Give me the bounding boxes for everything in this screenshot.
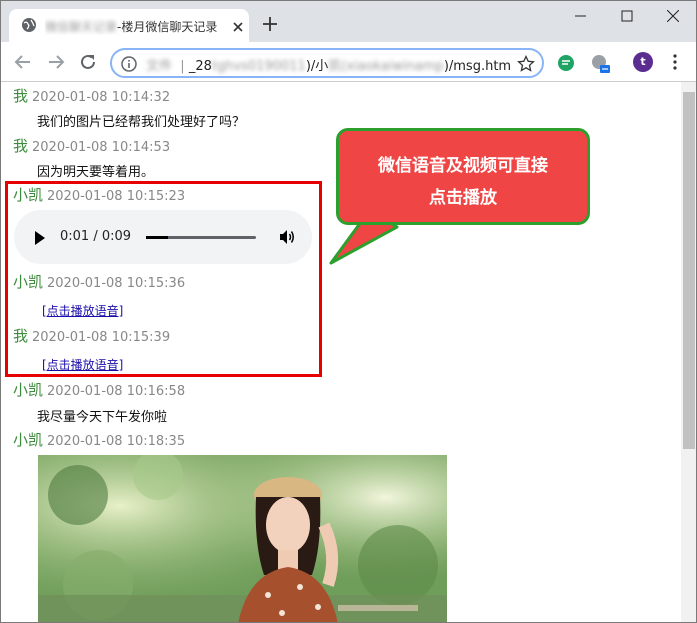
message-header: 小凯 2020-01-08 10:16:58: [13, 379, 185, 400]
sender-name: 小凯: [13, 381, 44, 399]
callout-text-line2: 点击播放: [429, 188, 497, 208]
toolbar: 文件 | _28tghvs0190011)/小凯(xiaokaiwinamp)/…: [1, 42, 696, 82]
globe-icon: [21, 17, 37, 33]
scrollbar-thumb[interactable]: [683, 92, 695, 449]
extension-icon[interactable]: [591, 54, 610, 73]
address-text: 文件 | _28tghvs0190011)/小凯(xiaokaiwinamp)/…: [146, 59, 512, 74]
reload-icon[interactable]: [78, 52, 98, 72]
bookmark-star-icon[interactable]: [517, 54, 535, 73]
message-text: 因为明天要等着用。: [37, 165, 155, 180]
address-bar[interactable]: 文件 | _28tghvs0190011)/小凯(xiaokaiwinamp)/…: [110, 48, 544, 78]
message-text: 我尽量今天下午发你啦: [37, 410, 168, 425]
menu-dots-icon[interactable]: [672, 54, 678, 70]
chat-extension-icon[interactable]: [557, 54, 575, 72]
profile-avatar[interactable]: t: [633, 52, 653, 72]
sender-name: 小凯: [13, 431, 44, 449]
message-header: 小凯 2020-01-08 10:18:35: [13, 429, 185, 450]
sender-name: 我: [13, 137, 29, 155]
message-header: 我 2020-01-08 10:14:53: [13, 135, 170, 156]
back-arrow-icon[interactable]: [13, 52, 33, 72]
info-icon[interactable]: [121, 56, 137, 72]
close-window-icon[interactable]: [650, 1, 696, 31]
new-tab-icon[interactable]: [261, 15, 279, 33]
callout-annotation: 微信语音及视频可直接 点击播放: [336, 128, 590, 225]
close-tab-icon[interactable]: [231, 19, 245, 33]
maximize-icon[interactable]: [604, 1, 650, 31]
scroll-down-icon[interactable]: [685, 614, 693, 622]
message-time: 2020-01-08 10:14:32: [32, 90, 171, 105]
browser-tab[interactable]: 微信聊天记录-楼月微信聊天记录: [9, 9, 249, 42]
message-header: 我 2020-01-08 10:14:32: [13, 85, 170, 106]
message-text: 我们的图片已经帮我们处理好了吗？: [37, 115, 246, 130]
callout-text-line1: 微信语音及视频可直接: [378, 156, 548, 176]
message-time: 2020-01-08 10:16:58: [47, 384, 186, 399]
message-photo[interactable]: [38, 455, 447, 622]
tab-strip: 微信聊天记录-楼月微信聊天记录: [1, 1, 696, 42]
message-time: 2020-01-08 10:14:53: [32, 140, 171, 155]
minimize-icon[interactable]: [558, 1, 604, 31]
vertical-scrollbar[interactable]: [681, 82, 696, 622]
message-time: 2020-01-08 10:18:35: [47, 434, 186, 449]
tab-title: 微信聊天记录-楼月微信聊天记录: [45, 20, 218, 34]
browser-window: 微信聊天记录-楼月微信聊天记录 文件 | _28tghvs0190011)/小凯…: [0, 0, 697, 623]
forward-arrow-icon[interactable]: [46, 52, 66, 72]
highlight-box: [5, 181, 322, 377]
sender-name: 我: [13, 87, 29, 105]
